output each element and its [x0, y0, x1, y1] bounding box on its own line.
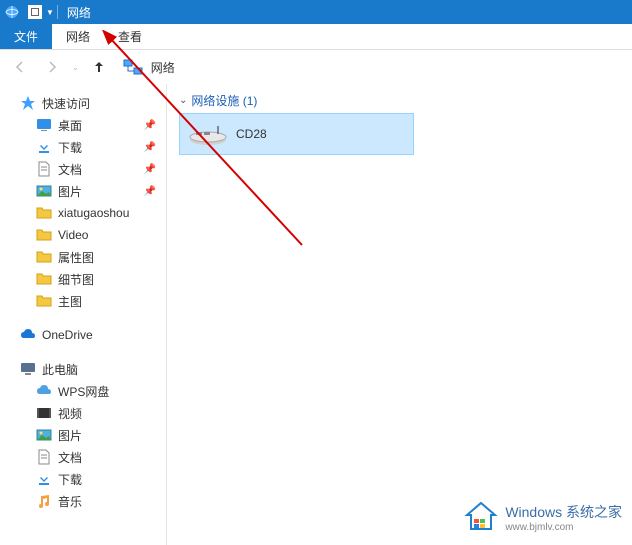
window-title: 网络 — [67, 4, 91, 21]
sidebar-item-music[interactable]: 音乐 — [0, 490, 166, 512]
download-icon — [36, 471, 52, 487]
pin-icon: 📌 — [144, 164, 156, 175]
sidebar-label: Video — [58, 228, 88, 242]
main-area: 快速访问 桌面 📌 下载 📌 文档 📌 图片 📌 — [0, 84, 632, 545]
qat-separator — [57, 5, 58, 19]
sidebar-label: 文档 — [58, 161, 82, 178]
tab-file[interactable]: 文件 — [0, 24, 52, 49]
pin-icon: 📌 — [144, 142, 156, 153]
pictures-icon — [36, 427, 52, 443]
sidebar-item-desktop[interactable]: 桌面 📌 — [0, 114, 166, 136]
forward-button[interactable] — [40, 55, 64, 79]
sidebar-label: 此电脑 — [42, 361, 78, 378]
watermark-brand: Windows 系统之家 — [505, 504, 622, 520]
sidebar: 快速访问 桌面 📌 下载 📌 文档 📌 图片 📌 — [0, 84, 167, 545]
address-network-icon — [123, 59, 143, 75]
sidebar-item-folder-main[interactable]: 主图 — [0, 290, 166, 312]
qat-dropdown-icon[interactable]: ▼ — [46, 8, 54, 17]
sidebar-label: 属性图 — [58, 249, 94, 266]
tab-view[interactable]: 查看 — [104, 24, 156, 49]
sidebar-label: 下载 — [58, 139, 82, 156]
folder-icon — [36, 293, 52, 309]
sidebar-item-folder-xiatugaoshou[interactable]: xiatugaoshou — [0, 202, 166, 224]
sidebar-item-documents2[interactable]: 文档 — [0, 446, 166, 468]
network-app-icon — [4, 4, 20, 20]
content-pane: ⌄ 网络设施 (1) CD28 — [167, 84, 632, 545]
sidebar-label: 文档 — [58, 449, 82, 466]
breadcrumb-text: 网络 — [151, 59, 175, 76]
music-icon — [36, 493, 52, 509]
document-icon — [36, 161, 52, 177]
pictures-icon — [36, 183, 52, 199]
sidebar-label: xiatugaoshou — [58, 206, 129, 220]
group-header-network-devices[interactable]: ⌄ 网络设施 (1) — [179, 92, 620, 109]
sidebar-item-video[interactable]: 视频 — [0, 402, 166, 424]
sidebar-item-thispc[interactable]: 此电脑 — [0, 358, 166, 380]
pc-icon — [20, 361, 36, 377]
sidebar-item-folder-detail[interactable]: 细节图 — [0, 268, 166, 290]
sidebar-item-pictures2[interactable]: 图片 — [0, 424, 166, 446]
qat-properties-button[interactable] — [25, 3, 45, 21]
watermark-url: www.bjmlv.com — [505, 522, 622, 533]
sidebar-label: 图片 — [58, 427, 82, 444]
house-logo-icon — [463, 499, 499, 535]
star-icon — [20, 95, 36, 111]
sidebar-item-folder-prop[interactable]: 属性图 — [0, 246, 166, 268]
sidebar-item-wps[interactable]: WPS网盘 — [0, 380, 166, 402]
folder-icon — [36, 227, 52, 243]
sidebar-item-onedrive[interactable]: OneDrive — [0, 324, 166, 346]
folder-icon — [36, 271, 52, 287]
ribbon-tabs: 文件 网络 查看 — [0, 24, 632, 50]
tab-network[interactable]: 网络 — [52, 24, 104, 49]
pin-icon: 📌 — [144, 186, 156, 197]
nav-bar: ⌄ 网络 — [0, 50, 632, 84]
sidebar-label: 桌面 — [58, 117, 82, 134]
title-bar: ▼ 网络 — [0, 0, 632, 24]
sidebar-label: OneDrive — [42, 328, 93, 342]
folder-icon — [36, 249, 52, 265]
sidebar-label: 细节图 — [58, 271, 94, 288]
address-bar[interactable]: 网络 — [123, 59, 175, 76]
sidebar-label: 快速访问 — [42, 95, 90, 112]
up-button[interactable] — [87, 55, 111, 79]
sidebar-label: 视频 — [58, 405, 82, 422]
chevron-down-icon: ⌄ — [179, 95, 187, 106]
sidebar-label: 主图 — [58, 293, 82, 310]
cloud-disk-icon — [36, 383, 52, 399]
sidebar-item-folder-video[interactable]: Video — [0, 224, 166, 246]
sidebar-label: 音乐 — [58, 493, 82, 510]
folder-icon — [36, 205, 52, 221]
cloud-icon — [20, 327, 36, 343]
sidebar-item-pictures[interactable]: 图片 📌 — [0, 180, 166, 202]
device-label: CD28 — [236, 127, 267, 141]
desktop-icon — [36, 117, 52, 133]
pin-icon: 📌 — [144, 120, 156, 131]
download-icon — [36, 139, 52, 155]
document-icon — [36, 449, 52, 465]
video-icon — [36, 405, 52, 421]
sidebar-item-downloads2[interactable]: 下载 — [0, 468, 166, 490]
sidebar-label: 图片 — [58, 183, 82, 200]
sidebar-item-documents[interactable]: 文档 📌 — [0, 158, 166, 180]
history-dropdown-icon[interactable]: ⌄ — [72, 63, 79, 72]
router-icon — [188, 120, 228, 148]
back-button[interactable] — [8, 55, 32, 79]
sidebar-label: WPS网盘 — [58, 383, 109, 400]
sidebar-label: 下载 — [58, 471, 82, 488]
watermark: Windows 系统之家 www.bjmlv.com — [463, 499, 622, 535]
sidebar-item-quick-access[interactable]: 快速访问 — [0, 92, 166, 114]
sidebar-item-downloads[interactable]: 下载 📌 — [0, 136, 166, 158]
network-device-cd28[interactable]: CD28 — [179, 113, 414, 155]
group-label: 网络设施 (1) — [191, 92, 257, 109]
